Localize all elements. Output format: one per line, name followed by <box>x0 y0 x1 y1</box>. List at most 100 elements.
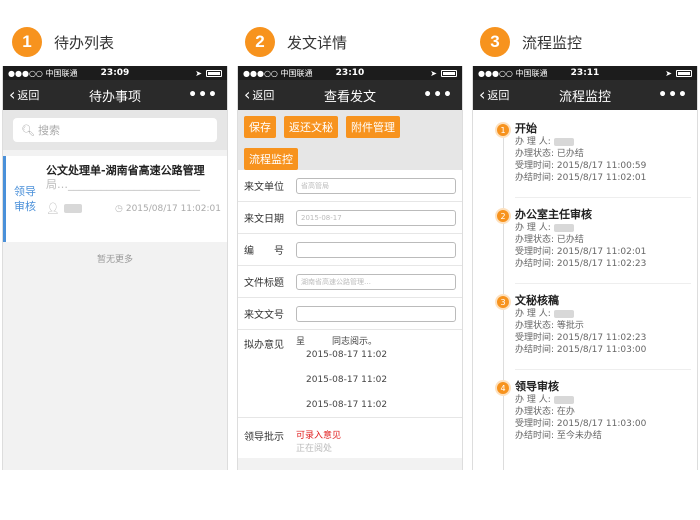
field-source-unit: 来文单位 省高管局 <box>238 170 462 202</box>
state-value: 在办 <box>556 407 575 417</box>
back-button[interactable]: ‹ 返回 <box>473 87 509 103</box>
back-label: 返回 <box>17 89 40 102</box>
field-label: 来文文号 <box>244 310 284 321</box>
step-label: 待办列表 <box>54 33 115 52</box>
state-value: 已办结 <box>556 235 584 245</box>
flow-step: 1 开始 办 理 人: 办理状态: 已办结 受理时间: 2015/8/17 11… <box>473 114 697 200</box>
status-bar: ●●●○○ 中国联通 23:11 ➤ <box>473 66 697 80</box>
step-name: 领导审核 <box>515 380 559 393</box>
back-label: 返回 <box>487 89 510 102</box>
step-label: 发文详情 <box>287 33 348 52</box>
opinion-line: 呈 同志阅示。 <box>296 337 378 347</box>
state-value: 已办结 <box>556 149 584 159</box>
doc-number-input[interactable] <box>296 305 456 322</box>
field-label: 编 号 <box>244 246 284 257</box>
step-header-1: 1 待办列表 <box>12 27 114 57</box>
todo-title: 公文处理单-湖南省高速公路管理 <box>46 164 205 177</box>
clock: 23:11 <box>570 68 600 78</box>
field-source-date: 来文日期 2015-08-17 <box>238 202 462 234</box>
step-name: 文秘核稿 <box>515 294 559 307</box>
flow-timeline: 1 开始 办 理 人: 办理状态: 已办结 受理时间: 2015/8/17 11… <box>473 110 697 470</box>
step-header-3: 3 流程监控 <box>480 27 582 57</box>
field-label: 文件标题 <box>244 278 284 289</box>
clock-icon: ◷ <box>114 203 123 214</box>
battery-icon <box>441 69 457 77</box>
action-buttons: 保存 返还文秘 附件管理 流程监控 <box>238 110 462 170</box>
attachment-manage-button[interactable]: 附件管理 <box>346 116 400 138</box>
field-doc-number: 来文文号 <box>238 298 462 330</box>
step-marker: 1 <box>495 122 511 138</box>
clock: 23:09 <box>100 68 130 78</box>
accept-label: 受理时间: <box>515 161 555 171</box>
accept-label: 受理时间: <box>515 333 555 343</box>
finish-label: 办结时间: <box>515 345 555 355</box>
battery-icon <box>206 69 222 77</box>
field-label: 来文单位 <box>244 182 284 193</box>
status-tag-line1: 领导 <box>14 185 36 198</box>
field-number: 编 号 <box>238 234 462 266</box>
back-label: 返回 <box>252 89 275 102</box>
handler-label: 办 理 人: <box>515 309 551 319</box>
accept-value: 2015/8/17 11:02:01 <box>556 247 647 257</box>
todo-datetime: 2015/08/17 11:02:01 <box>125 203 221 214</box>
source-unit-input[interactable]: 省高管局 <box>296 177 456 194</box>
chevron-left-icon: ‹ <box>9 85 16 104</box>
search-icon: 🔍︎ <box>21 123 35 137</box>
step-label: 流程监控 <box>522 33 583 52</box>
flow-monitor-button[interactable]: 流程监控 <box>244 148 298 170</box>
return-to-secretary-button[interactable]: 返还文秘 <box>284 116 338 138</box>
user-icon: 👤︎ <box>46 202 60 215</box>
flow-step: 4 领导审核 办 理 人: 办理状态: 在办 受理时间: 2015/8/17 1… <box>473 372 697 458</box>
step-name: 开始 <box>515 122 537 135</box>
back-button[interactable]: ‹ 返回 <box>3 87 39 103</box>
accept-label: 受理时间: <box>515 419 555 429</box>
finish-value: 2015/8/17 11:02:01 <box>556 173 647 183</box>
todo-list-item[interactable]: 领导审核 公文处理单-湖南省高速公路管理 局…_________________… <box>3 156 227 242</box>
step-number: 1 <box>12 27 42 57</box>
proposed-opinion: 拟办意见 呈 同志阅示。 2015-08-17 11:02 2015-08-17… <box>238 330 462 418</box>
status-tag-line2: 审核 <box>14 200 36 213</box>
step-name: 办公室主任审核 <box>515 208 592 221</box>
handler-label: 办 理 人: <box>515 223 551 233</box>
state-label: 办理状态: <box>515 149 555 159</box>
number-input[interactable] <box>296 241 456 258</box>
clock: 23:10 <box>335 68 365 78</box>
more-icon[interactable]: ••• <box>658 87 688 103</box>
status-tag: 领导 审核 <box>6 156 44 242</box>
opinion-line: 2015-08-17 11:02 <box>306 375 388 385</box>
finish-value: 至今未办结 <box>556 431 602 441</box>
leader-status: 正在阅处 <box>296 444 333 454</box>
redacted-handler <box>553 309 574 318</box>
nav-bar: ‹ 返回 流程监控 ••• <box>473 80 697 110</box>
accept-label: 受理时间: <box>515 247 555 257</box>
field-label: 来文日期 <box>244 214 284 225</box>
chevron-left-icon: ‹ <box>244 85 251 104</box>
file-title-input[interactable]: 湖南省高速公路管理… <box>296 273 456 290</box>
finish-value: 2015/8/17 11:02:23 <box>556 259 647 269</box>
more-icon[interactable]: ••• <box>423 87 453 103</box>
step-marker: 2 <box>495 208 511 224</box>
finish-label: 办结时间: <box>515 173 555 183</box>
source-date-input[interactable]: 2015-08-17 <box>296 209 456 226</box>
field-file-title: 文件标题 湖南省高速公路管理… <box>238 266 462 298</box>
accept-value: 2015/8/17 11:00:59 <box>556 161 647 171</box>
todo-title-line2: 局…________________________ <box>46 178 200 191</box>
search-input[interactable]: 🔍︎ 搜索 <box>13 118 217 142</box>
save-button[interactable]: 保存 <box>244 116 276 138</box>
back-button[interactable]: ‹ 返回 <box>238 87 274 103</box>
state-value: 等批示 <box>556 321 584 331</box>
accept-value: 2015/8/17 11:03:00 <box>556 419 647 429</box>
redacted-handler <box>553 223 574 232</box>
chevron-left-icon: ‹ <box>479 85 486 104</box>
more-icon[interactable]: ••• <box>188 87 218 103</box>
nav-bar: ‹ 返回 查看发文 ••• <box>238 80 462 110</box>
search-bar: 🔍︎ 搜索 <box>3 110 227 150</box>
step-number: 2 <box>245 27 275 57</box>
leader-input-hint[interactable]: 可录入意见 <box>296 428 341 441</box>
state-label: 办理状态: <box>515 235 555 245</box>
search-placeholder: 搜索 <box>37 124 60 137</box>
finish-value: 2015/8/17 11:03:00 <box>556 345 647 355</box>
step-marker: 3 <box>495 294 511 310</box>
redacted-handler <box>553 137 574 146</box>
field-label: 拟办意见 <box>244 340 284 351</box>
